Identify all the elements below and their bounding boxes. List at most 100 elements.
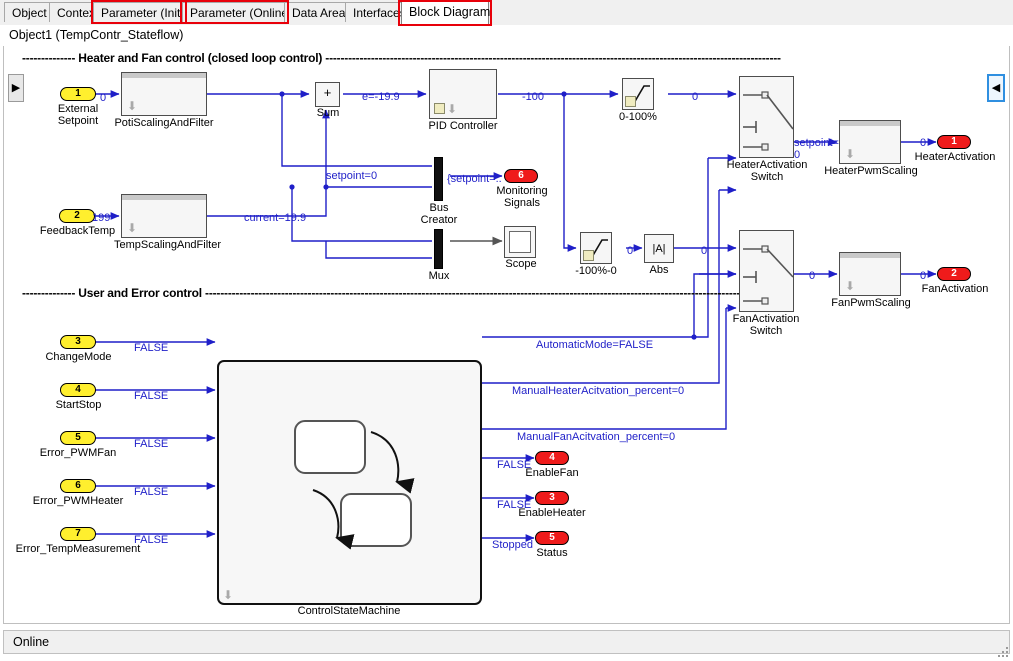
block-label-control-state-machine: ControlStateMachine (297, 605, 401, 617)
tab-bar: Object Context Parameter (Init) Paramete… (0, 0, 1013, 26)
inport-start-stop[interactable]: 4 (60, 383, 96, 397)
block-label-poti-scaling: PotiScalingAndFilter (114, 117, 214, 129)
block-diagram-window: Object Context Parameter (Init) Paramete… (0, 0, 1013, 661)
outport-label-monitoring-signals: Monitoring Signals (496, 185, 548, 209)
block-scope[interactable] (504, 226, 536, 258)
signal-label-heater-switch-out: setpoint= 0 (794, 137, 839, 161)
block-label-fan-pwm-scaling: FanPwmScaling (831, 297, 911, 309)
signal-label-feedback-in: 199 (92, 212, 111, 224)
signal-label-current: current=19.9 (244, 212, 307, 224)
block-label-abs: Abs (649, 264, 669, 276)
signal-label-bus-out: {setpoint=.. (447, 173, 502, 185)
tab-block-diagram[interactable]: Block Diagram (401, 0, 490, 24)
outport-enable-fan[interactable]: 4 (535, 451, 569, 465)
tab-parameter-init[interactable]: Parameter (Init) (93, 2, 185, 22)
outport-label-heater-activation: HeaterActivation (914, 151, 996, 163)
block-poti-scaling-and-filter[interactable]: ⬇ (121, 72, 207, 116)
inport-error-tempmeasurement[interactable]: 7 (60, 527, 96, 541)
block-fan-activation-switch[interactable] (739, 230, 794, 312)
block-bus-creator[interactable] (434, 157, 443, 201)
outport-fan-activation[interactable]: 2 (937, 267, 971, 281)
status-bar: Online (3, 630, 1010, 654)
block-label-saturation-heater: 0-100% (619, 111, 657, 123)
tab-data-area[interactable]: Data Area (284, 2, 348, 22)
pid-parameter-swatch-icon (434, 103, 445, 114)
block-temp-scaling-and-filter[interactable]: ⬇ (121, 194, 207, 238)
signal-label-heater-pwm-out: 0 (920, 137, 927, 149)
outport-heater-activation[interactable]: 1 (937, 135, 971, 149)
inport-label-feedback-temp: FeedbackTemp (39, 225, 116, 237)
block-control-state-machine[interactable]: ⬇ (217, 360, 482, 605)
signal-label-status: Stopped (492, 539, 533, 551)
signal-label-sat-heater-out: 0 (692, 91, 699, 103)
signal-label-error-pwmheater: FALSE (134, 486, 169, 498)
signal-label-abs-out: 0 (701, 245, 708, 257)
signal-label-setpoint-in: 0 (100, 92, 107, 104)
annotation-user-error-control: -------------- User and Error control --… (22, 286, 767, 300)
block-label-heater-activation-switch: HeaterActivation Switch (726, 159, 808, 183)
resize-grip[interactable] (996, 645, 1010, 659)
block-label-fan-activation-switch: FanActivation Switch (732, 313, 800, 337)
block-label-pid-controller: PID Controller (428, 120, 498, 132)
outport-label-status: Status (536, 547, 568, 559)
outport-status[interactable]: 5 (535, 531, 569, 545)
download-arrow-icon: ⬇ (845, 147, 856, 161)
block-sum[interactable]: + (315, 82, 340, 107)
block-label-saturation-fan: -100%-0 (575, 265, 617, 277)
signal-label-pid-out: -100 (522, 91, 545, 103)
page-title: Object1 (TempContr_Stateflow) (0, 25, 1013, 46)
inport-label-error-pwmfan: Error_PWMFan (39, 447, 117, 459)
diagram-canvas[interactable]: -------------- Heater and Fan control (c… (3, 46, 1010, 624)
triangle-left-icon[interactable]: ◀ (987, 74, 1005, 102)
state-node-lower (340, 493, 412, 547)
block-heater-activation-switch[interactable] (739, 76, 794, 158)
signal-label-error-pwmfan: FALSE (134, 438, 169, 450)
inport-error-pwmheater[interactable]: 6 (60, 479, 96, 493)
signal-label-error: e=-19.9 (362, 91, 400, 103)
download-arrow-icon: ⬇ (127, 221, 138, 235)
tab-context[interactable]: Context (49, 2, 99, 22)
block-label-mux: Mux (428, 270, 450, 282)
tab-interfaces[interactable]: Interfaces (345, 2, 407, 22)
state-node-upper (294, 420, 366, 474)
signal-label-manual-fan: ManualFanAcitvation_percent=0 (517, 431, 676, 443)
download-arrow-icon: ⬇ (447, 102, 458, 116)
block-saturation-fan[interactable] (580, 232, 612, 264)
inport-external-setpoint[interactable]: 1 (60, 87, 96, 101)
inport-label-error-pwmheater: Error_PWMHeater (32, 495, 124, 507)
inport-label-external-setpoint: External Setpoint (57, 103, 99, 127)
signal-label-enable-heater: FALSE (497, 499, 532, 511)
block-heater-pwm-scaling[interactable]: ⬇ (839, 120, 901, 164)
block-mux[interactable] (434, 229, 443, 269)
block-label-sum: Sum (316, 107, 340, 119)
block-label-temp-scaling: TempScalingAndFilter (114, 239, 221, 251)
inport-change-mode[interactable]: 3 (60, 335, 96, 349)
block-abs[interactable]: |A| (644, 234, 674, 263)
signal-label-change-mode: FALSE (134, 342, 169, 354)
block-saturation-heater[interactable] (622, 78, 654, 110)
outport-monitoring-signals[interactable]: 6 (504, 169, 538, 183)
triangle-right-icon[interactable]: ▶ (8, 74, 24, 102)
tab-object[interactable]: Object (4, 2, 51, 22)
saturation-parameter-swatch-icon (583, 250, 594, 261)
tab-parameter-online[interactable]: Parameter (Online) (182, 2, 292, 22)
block-header-bar (840, 253, 900, 258)
block-pid-controller[interactable]: ⬇ (429, 69, 497, 119)
annotation-heater-fan-control: -------------- Heater and Fan control (c… (22, 51, 781, 65)
signal-label-automatic-mode: AutomaticMode=FALSE (536, 339, 654, 351)
inport-label-start-stop: StartStop (55, 399, 102, 411)
outport-enable-heater[interactable]: 3 (535, 491, 569, 505)
signal-label-enable-fan: FALSE (497, 459, 532, 471)
signal-label-fan-switch-out: 0 (809, 270, 816, 282)
block-label-bus-creator: Bus Creator (420, 202, 458, 226)
download-arrow-icon: ⬇ (223, 588, 234, 602)
block-label-scope: Scope (505, 258, 537, 270)
outport-label-fan-activation: FanActivation (921, 283, 989, 295)
block-label-heater-pwm-scaling: HeaterPwmScaling (824, 165, 918, 177)
inport-error-pwmfan[interactable]: 5 (60, 431, 96, 445)
block-header-bar (122, 195, 206, 200)
block-fan-pwm-scaling[interactable]: ⬇ (839, 252, 901, 296)
saturation-parameter-swatch-icon (625, 96, 636, 107)
download-arrow-icon: ⬇ (127, 99, 138, 113)
inport-feedback-temp[interactable]: 2 (59, 209, 95, 223)
